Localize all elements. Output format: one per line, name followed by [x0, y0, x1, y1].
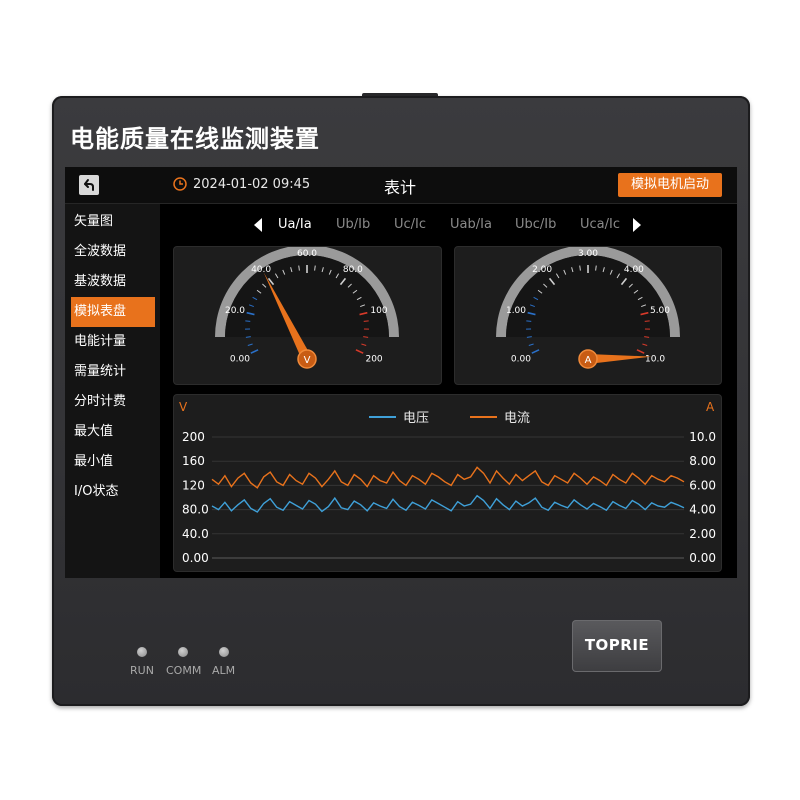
left-axis-tick-label: 160	[182, 454, 205, 468]
sidebar-menu: 矢量图 全波数据 基波数据 模拟表盘 电能计量 需量统计 分时计费 最大值 最小…	[65, 204, 160, 578]
sidebar-item-analog-meter[interactable]: 模拟表盘	[71, 297, 155, 327]
waveform-chart: V A 电压 电流 200 10.0 160 8.00 120 6.00 80.0 4.00 4…	[179, 400, 716, 565]
gauge-minor-tick	[642, 343, 648, 346]
gauge-tick-label: 20.0	[225, 306, 245, 316]
voltage-gauge: 0.00 20.0 40.0 60.0 80.0 100 200 V	[215, 247, 399, 369]
run-label: RUN	[130, 664, 154, 677]
legend-current-label: 电流	[504, 411, 530, 426]
gauge-major-tick	[355, 349, 364, 354]
gauge-major-tick	[636, 349, 645, 354]
voltage-gauge-panel: 0.00 20.0 40.0 60.0 80.0 100 200 V	[173, 246, 442, 385]
current-gauge: 0.00 1.00 2.00 3.00 4.00 5.00 10.0 A	[496, 247, 680, 369]
tab-ub-ib[interactable]: Ub/Ib	[336, 217, 370, 232]
right-axis-tick-label: 6.00	[689, 478, 716, 492]
right-axis-unit: A	[706, 400, 715, 414]
tab-uc-ic[interactable]: Uc/Ic	[394, 217, 426, 232]
sidebar-item-io-status[interactable]: I/O状态	[71, 477, 155, 507]
left-axis-tick-label: 80.0	[182, 503, 209, 517]
sidebar-item-energy[interactable]: 电能计量	[71, 327, 155, 357]
sidebar-item-max[interactable]: 最大值	[71, 417, 155, 447]
sidebar-item-fullwave[interactable]: 全波数据	[71, 237, 155, 267]
channel-tabs: Ua/Ia Ub/Ib Uc/Ic Uab/Ia Ubc/Ib Uca/Ic	[160, 204, 737, 244]
comm-led	[178, 647, 188, 657]
gauge-tick-label: 100	[370, 306, 387, 316]
waveform-chart-panel: V A 电压 电流 200 10.0 160 8.00 120 6.00 80.0 4.00 4…	[173, 394, 722, 572]
device-title: 电能质量在线监测装置	[70, 125, 320, 153]
gauge-tick-label: 10.0	[645, 354, 665, 364]
sidebar-item-tou-billing[interactable]: 分时计费	[71, 387, 155, 417]
right-axis-tick-label: 0.00	[689, 551, 716, 565]
current-gauge-panel: 0.00 1.00 2.00 3.00 4.00 5.00 10.0 A	[454, 246, 722, 385]
left-axis-unit: V	[179, 400, 188, 414]
gauge-tick-label: 2.00	[532, 265, 552, 275]
gauge-tick-label: 40.0	[251, 265, 271, 275]
gauge-major-tick	[250, 349, 259, 354]
left-axis-tick-label: 120	[182, 478, 205, 492]
left-axis-tick-label: 0.00	[182, 551, 209, 565]
page-title: 表计	[383, 178, 416, 197]
sidebar-item-fundamental[interactable]: 基波数据	[71, 267, 155, 297]
gauge-minor-tick	[579, 265, 581, 271]
gauge-major-tick	[531, 349, 540, 354]
left-axis-tick-label: 200	[182, 430, 205, 444]
run-led	[137, 647, 147, 657]
left-axis-tick-label: 40.0	[182, 527, 209, 541]
current-series-line	[211, 466, 685, 489]
gauge-tick-label: 3.00	[578, 249, 598, 259]
gauge-tick-label: 200	[365, 354, 382, 364]
sidebar-item-demand[interactable]: 需量统计	[71, 357, 155, 387]
gauge-tick-label: 60.0	[297, 249, 317, 259]
brand-logo: TOPRIE	[572, 620, 662, 672]
gauge-minor-tick	[528, 343, 534, 346]
gauge-tick-label: 80.0	[343, 265, 363, 275]
main-content: Ua/Ia Ub/Ib Uc/Ic Uab/Ia Ubc/Ib Uca/Ic 0…	[160, 204, 737, 578]
gauge-unit-label: A	[585, 355, 592, 366]
brand-logo-text: TOPRIE	[584, 636, 650, 654]
alm-led	[219, 647, 229, 657]
tab-uab-ia[interactable]: Uab/Ia	[450, 217, 492, 232]
legend-voltage-label: 电压	[403, 411, 429, 426]
sidebar-item-min[interactable]: 最小值	[71, 447, 155, 477]
gauge-minor-tick	[361, 343, 367, 346]
right-axis-tick-label: 4.00	[689, 503, 716, 517]
alm-label: ALM	[212, 664, 236, 677]
prev-channel-icon[interactable]	[252, 217, 264, 233]
top-bar: 2024-01-02 09:45 表计 模拟电机启动	[65, 167, 737, 204]
tab-uca-ic[interactable]: Uca/Ic	[580, 217, 620, 232]
back-arrow-icon	[84, 179, 94, 191]
gauge-minor-tick	[247, 343, 253, 346]
simulate-motor-start-button[interactable]: 模拟电机启动	[618, 173, 722, 197]
gauge-tick-label: 4.00	[624, 265, 644, 275]
comm-label: COMM	[166, 664, 202, 677]
tab-ua-ia[interactable]: Ua/Ia	[278, 217, 312, 232]
back-button[interactable]	[79, 175, 99, 195]
display-screen: 2024-01-02 09:45 表计 模拟电机启动 矢量图 全波数据 基波数据…	[65, 167, 737, 578]
gauge-minor-tick	[595, 265, 597, 271]
right-axis-tick-label: 8.00	[689, 454, 716, 468]
right-axis-tick-label: 10.0	[689, 430, 716, 444]
gauge-minor-tick	[298, 265, 300, 271]
clock-icon	[173, 177, 187, 191]
gauge-unit-label: V	[304, 355, 311, 366]
gauge-tick-label: 0.00	[230, 354, 250, 364]
right-axis-tick-label: 2.00	[689, 527, 716, 541]
gauge-minor-tick	[314, 265, 316, 271]
next-channel-icon[interactable]	[631, 217, 643, 233]
datetime: 2024-01-02 09:45	[193, 177, 311, 192]
gauge-tick-label: 5.00	[650, 306, 670, 316]
gauge-tick-label: 0.00	[511, 354, 531, 364]
gauge-tick-label: 1.00	[506, 306, 526, 316]
sidebar-item-vector[interactable]: 矢量图	[71, 207, 155, 237]
tab-ubc-ib[interactable]: Ubc/Ib	[515, 217, 556, 232]
